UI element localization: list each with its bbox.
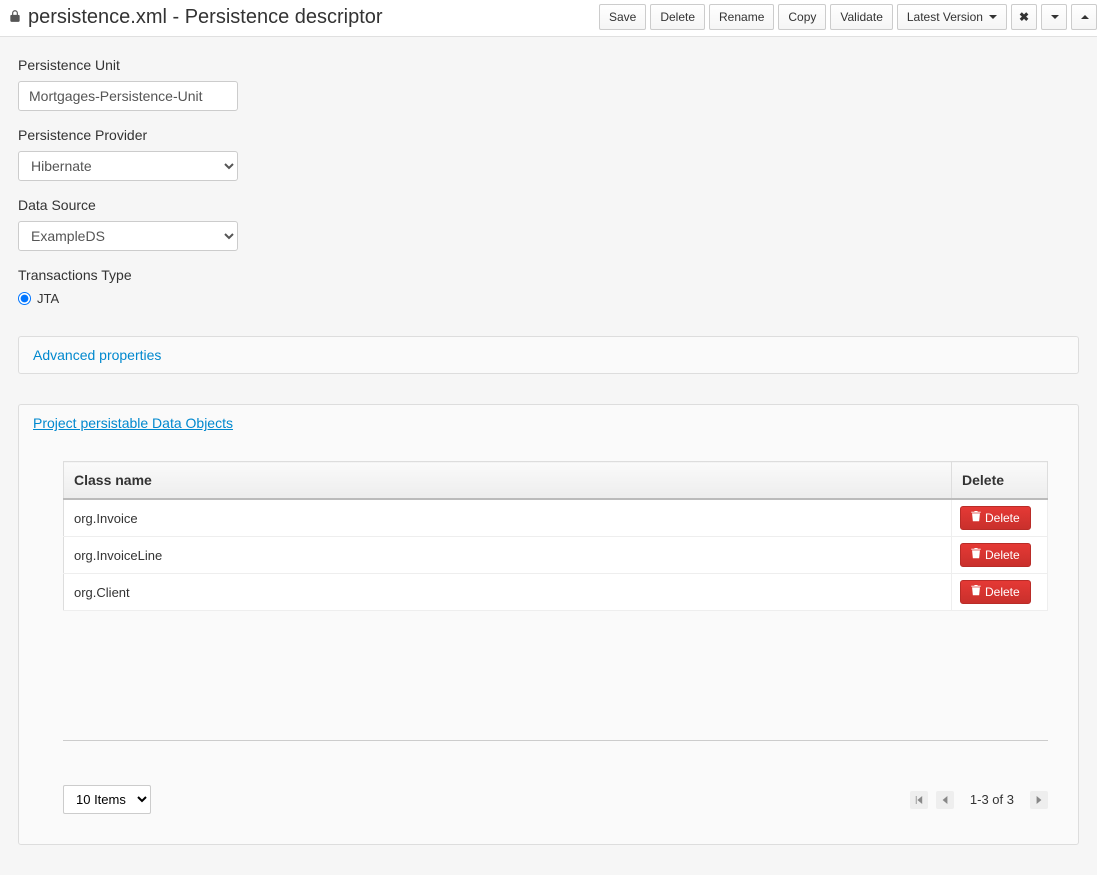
close-icon: ✖ bbox=[1019, 8, 1029, 26]
delete-cell: Delete bbox=[952, 499, 1048, 537]
class-name-cell: org.Client bbox=[64, 574, 952, 611]
delete-cell: Delete bbox=[952, 574, 1048, 611]
persistence-unit-input[interactable] bbox=[18, 81, 238, 111]
class-name-cell: org.InvoiceLine bbox=[64, 537, 952, 574]
transactions-type-jta-label: JTA bbox=[37, 291, 59, 306]
editor-body: Persistence Unit Persistence Provider Hi… bbox=[0, 37, 1097, 875]
trash-icon bbox=[971, 548, 981, 562]
page-title: persistence.xml - Persistence descriptor bbox=[28, 6, 383, 29]
rename-button[interactable]: Rename bbox=[709, 4, 774, 30]
transactions-type-label: Transactions Type bbox=[18, 267, 1079, 283]
trash-icon bbox=[971, 585, 981, 599]
toolbar-menu-button[interactable] bbox=[1041, 4, 1067, 30]
trash-icon bbox=[971, 511, 981, 525]
data-source-label: Data Source bbox=[18, 197, 1079, 213]
table-spacer bbox=[63, 611, 1048, 741]
caret-down-icon bbox=[989, 15, 997, 19]
caret-down-icon bbox=[1051, 15, 1059, 19]
validate-button[interactable]: Validate bbox=[830, 4, 892, 30]
page-size-select[interactable]: 10 Items bbox=[63, 785, 151, 814]
pager-info: 1-3 of 3 bbox=[970, 792, 1014, 807]
save-button[interactable]: Save bbox=[599, 4, 646, 30]
persistence-provider-label: Persistence Provider bbox=[18, 127, 1079, 143]
data-source-select[interactable]: ExampleDS bbox=[18, 221, 238, 251]
delete-row-button[interactable]: Delete bbox=[960, 543, 1031, 567]
close-editor-button[interactable]: ✖ bbox=[1011, 4, 1037, 30]
class-name-cell: org.Invoice bbox=[64, 499, 952, 537]
editor-header: persistence.xml - Persistence descriptor… bbox=[0, 0, 1097, 37]
delete-row-button[interactable]: Delete bbox=[960, 580, 1031, 604]
delete-cell: Delete bbox=[952, 537, 1048, 574]
class-name-column-header: Class name bbox=[64, 462, 952, 500]
table-row: org.InvoiceLine Delete bbox=[64, 537, 1048, 574]
persistence-unit-label: Persistence Unit bbox=[18, 57, 1079, 73]
prev-page-icon bbox=[942, 796, 948, 804]
table-row: org.Invoice Delete bbox=[64, 499, 1048, 537]
data-objects-table: Class name Delete org.InvoiceDeleteorg.I… bbox=[63, 461, 1048, 611]
pager-next-button[interactable] bbox=[1030, 791, 1048, 809]
pager: 1-3 of 3 bbox=[910, 791, 1048, 809]
data-objects-toggle[interactable]: Project persistable Data Objects bbox=[33, 415, 233, 431]
next-page-icon bbox=[1036, 796, 1042, 804]
caret-up-icon bbox=[1081, 15, 1089, 19]
latest-version-dropdown[interactable]: Latest Version bbox=[897, 4, 1007, 30]
delete-row-button[interactable]: Delete bbox=[960, 506, 1031, 530]
data-objects-panel: Project persistable Data Objects Class n… bbox=[18, 404, 1079, 845]
collapse-button[interactable] bbox=[1071, 4, 1097, 30]
transactions-type-jta-radio[interactable] bbox=[18, 292, 31, 305]
latest-version-label: Latest Version bbox=[907, 8, 983, 26]
table-row: org.Client Delete bbox=[64, 574, 1048, 611]
delete-column-header: Delete bbox=[952, 462, 1048, 500]
lock-icon bbox=[8, 9, 22, 26]
editor-toolbar: Save Delete Rename Copy Validate Latest … bbox=[599, 4, 1097, 30]
copy-button[interactable]: Copy bbox=[778, 4, 826, 30]
persistence-provider-select[interactable]: Hibernate bbox=[18, 151, 238, 181]
advanced-properties-toggle[interactable]: Advanced properties bbox=[33, 347, 161, 363]
delete-button[interactable]: Delete bbox=[650, 4, 705, 30]
pager-first-button[interactable] bbox=[910, 791, 928, 809]
pager-prev-button[interactable] bbox=[936, 791, 954, 809]
advanced-properties-panel: Advanced properties bbox=[18, 336, 1079, 374]
first-page-icon bbox=[915, 796, 923, 804]
